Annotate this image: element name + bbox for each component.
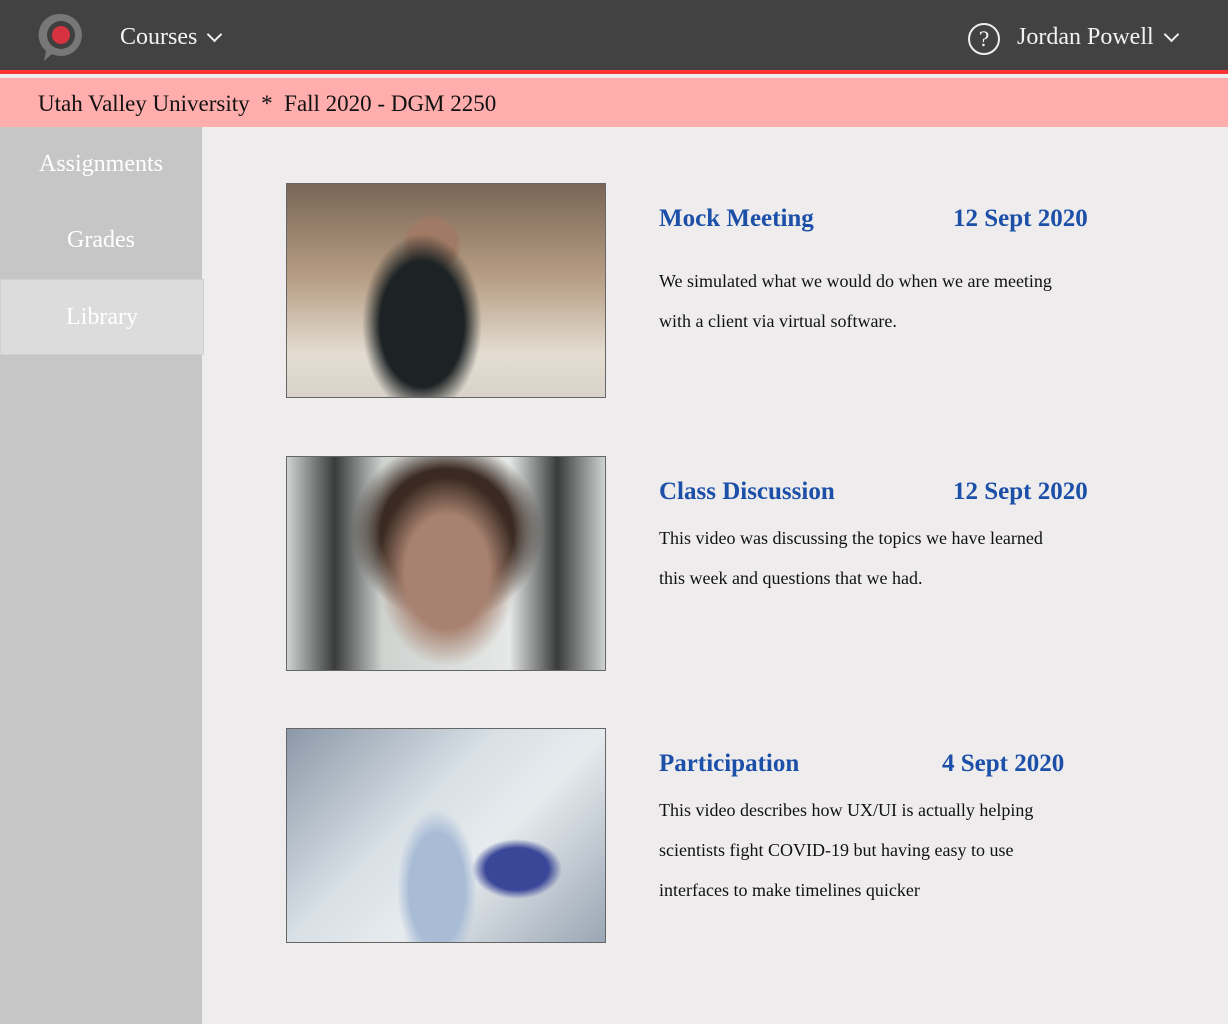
sidebar-item-assignments[interactable]: Assignments [0,127,202,203]
top-bar: Courses ? Jordan Powell [0,0,1228,74]
chevron-down-icon [207,26,223,43]
courses-dropdown[interactable]: Courses [120,24,223,51]
video-date: 12 Sept 2020 [953,205,1088,232]
video-title[interactable]: Participation [659,750,799,778]
video-date: 4 Sept 2020 [942,750,1065,777]
video-date: 12 Sept 2020 [953,478,1088,505]
chevron-down-icon [1163,26,1179,43]
desc-line: interfaces to make timelines quicker [659,880,920,900]
user-menu[interactable]: Jordan Powell [1017,24,1179,51]
desc-line: this week and questions that we had. [659,568,923,588]
sidebar-item-library[interactable]: Library [0,279,204,355]
desc-line: with a client via virtual software. [659,311,897,331]
video-thumbnail[interactable] [286,456,606,671]
desc-line: This video describes how UX/UI is actual… [659,800,1034,820]
video-title[interactable]: Mock Meeting [659,205,814,233]
video-title[interactable]: Class Discussion [659,478,835,506]
desc-line: This video was discussing the topics we … [659,528,1043,548]
video-description: We simulated what we would do when we ar… [659,261,1099,341]
logo-icon[interactable] [38,12,84,62]
sidebar-item-grades[interactable]: Grades [0,203,202,279]
courses-label: Courses [120,24,198,50]
user-name: Jordan Powell [1017,24,1154,50]
desc-line: scientists fight COVID-19 but having eas… [659,840,1014,860]
course-breadcrumb: Utah Valley University * Fall 2020 - DGM… [0,78,1228,127]
sidebar: Assignments Grades Library [0,127,204,1024]
help-icon[interactable]: ? [968,23,1000,55]
desc-line: We simulated what we would do when we ar… [659,271,1052,291]
video-description: This video was discussing the topics we … [659,518,1099,598]
course-text: Utah Valley University * Fall 2020 - DGM… [38,91,497,116]
video-thumbnail[interactable] [286,728,606,943]
video-thumbnail[interactable] [286,183,606,398]
video-description: This video describes how UX/UI is actual… [659,790,1099,910]
